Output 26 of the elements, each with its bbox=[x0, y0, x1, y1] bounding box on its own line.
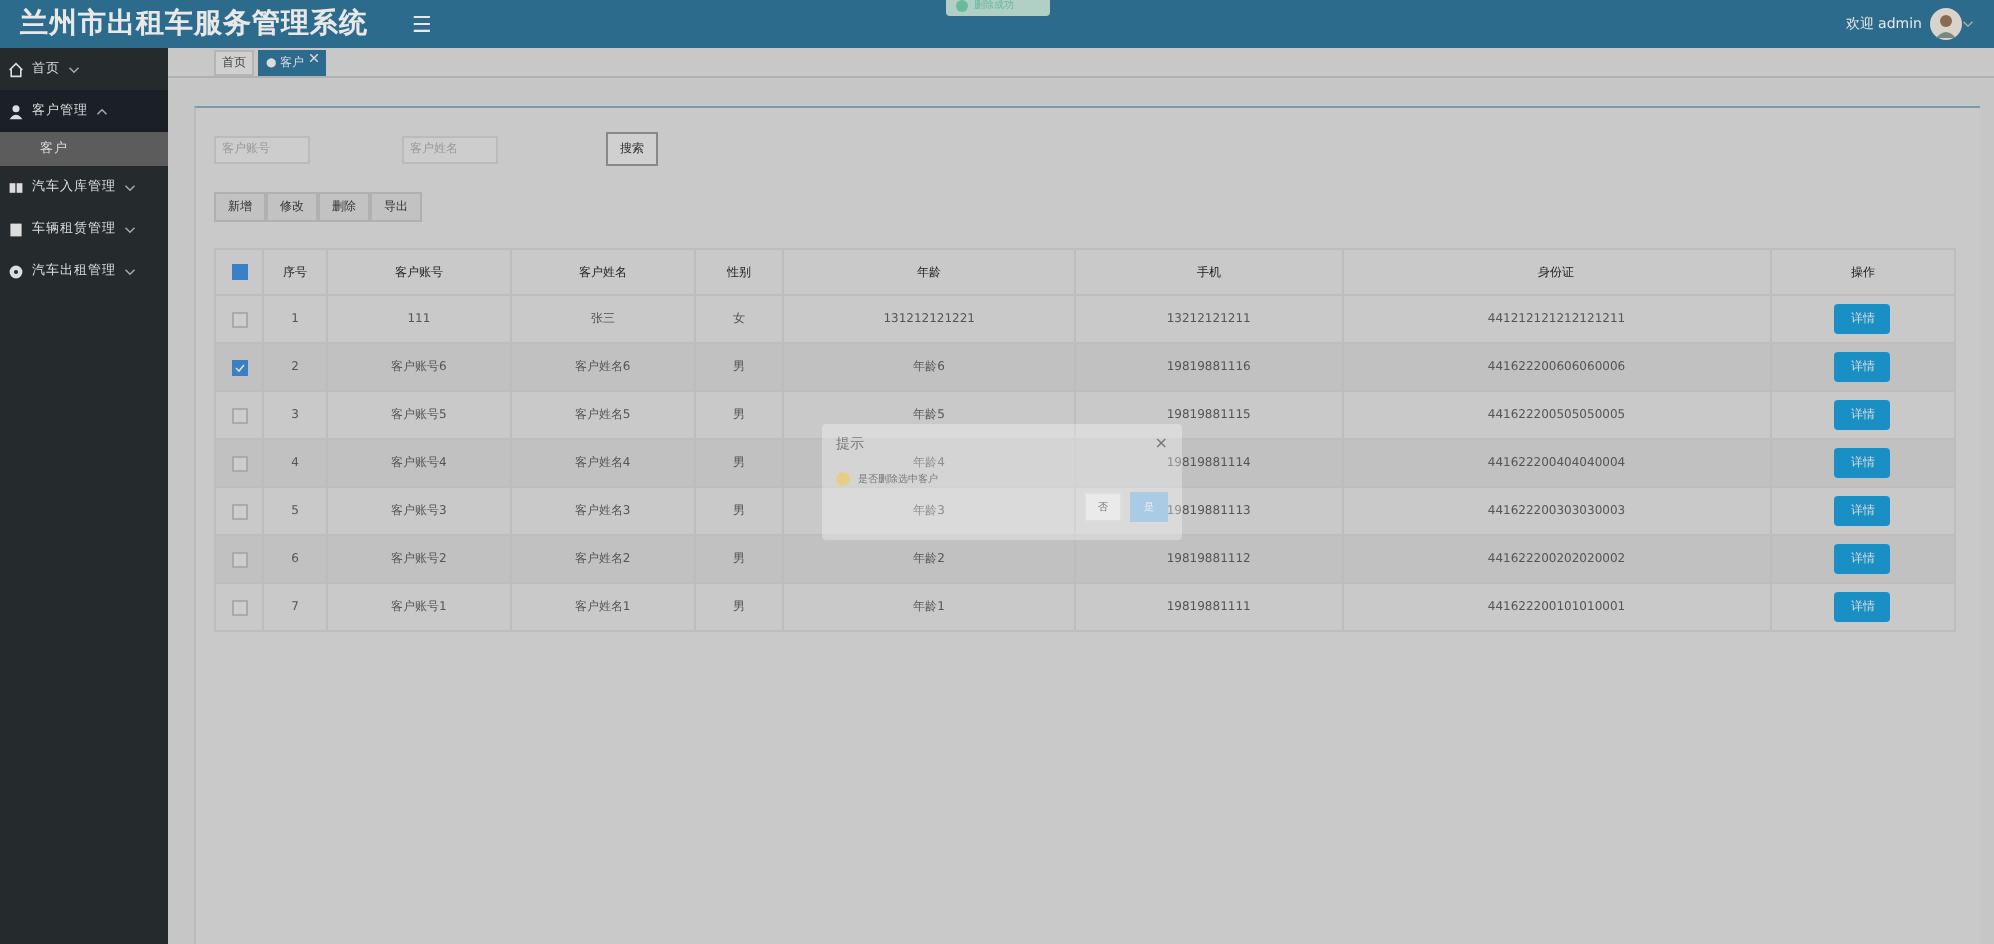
home-icon bbox=[8, 61, 24, 77]
chevron-icon bbox=[124, 225, 136, 233]
chevron-icon bbox=[96, 107, 108, 115]
chevron-icon bbox=[1962, 20, 1974, 28]
row-checkbox[interactable] bbox=[231, 455, 247, 471]
user-icon bbox=[8, 103, 24, 119]
app-title: 兰州市出租车服务管理系统 bbox=[20, 6, 368, 42]
avatar-icon[interactable] bbox=[1930, 8, 1962, 40]
document-icon bbox=[8, 221, 24, 237]
select-all-checkbox[interactable] bbox=[231, 264, 247, 280]
disc-icon bbox=[8, 263, 24, 279]
row-checkbox[interactable] bbox=[231, 551, 247, 567]
warning-icon bbox=[836, 472, 850, 486]
chevron-icon bbox=[68, 65, 80, 73]
close-button[interactable]: × bbox=[1154, 434, 1168, 454]
close-icon[interactable] bbox=[310, 53, 319, 61]
row-checkbox[interactable] bbox=[231, 359, 247, 375]
row-checkbox[interactable] bbox=[231, 599, 247, 615]
check-icon bbox=[956, 0, 968, 12]
row-checkbox[interactable] bbox=[231, 311, 247, 327]
row-checkbox[interactable] bbox=[231, 503, 247, 519]
row-checkbox[interactable] bbox=[231, 407, 247, 423]
chevron-icon bbox=[124, 267, 136, 275]
menu-toggle[interactable]: ☰ bbox=[412, 11, 432, 37]
chevron-icon bbox=[124, 183, 136, 191]
book-icon bbox=[8, 179, 24, 195]
